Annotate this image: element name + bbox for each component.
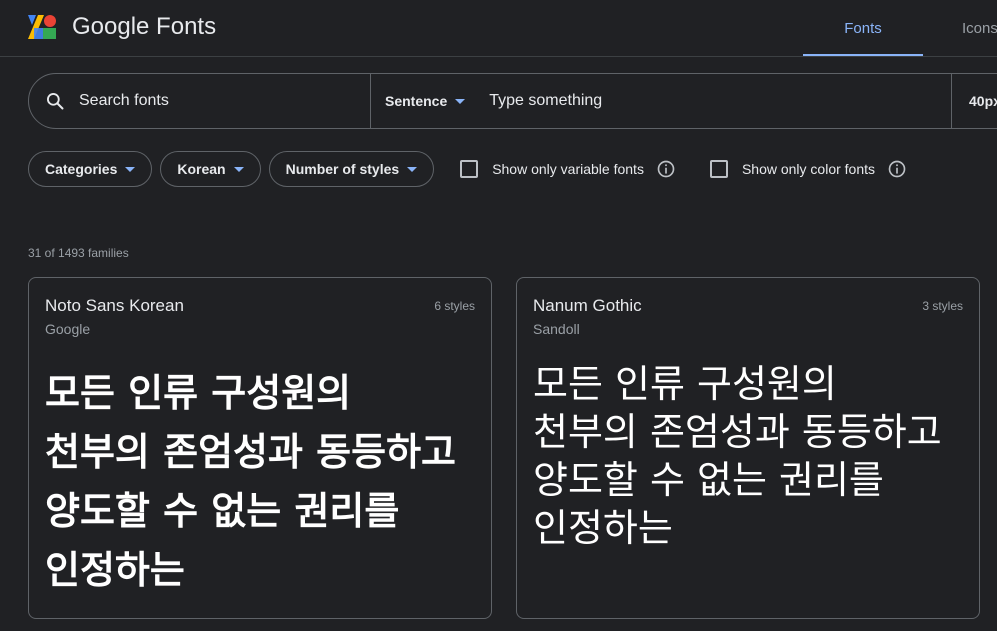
google-fonts-logo-icon	[26, 13, 58, 41]
info-icon[interactable]	[887, 159, 907, 179]
number-of-styles-filter[interactable]: Number of styles	[268, 151, 435, 187]
sentence-dropdown[interactable]: Sentence	[385, 93, 466, 109]
sentence-dropdown-label: Sentence	[385, 93, 448, 109]
preview-text-input[interactable]	[487, 91, 928, 111]
caret-down-icon	[455, 98, 466, 104]
search-section	[29, 74, 371, 128]
font-size-label: 40px	[969, 93, 997, 109]
caret-down-icon	[125, 166, 136, 172]
font-preview-text: 모든 인류 구성원의 천부의 존엄성과 동등하고 양도할 수 없는 권리를 인정…	[45, 371, 457, 592]
font-name: Noto Sans Korean	[45, 296, 184, 315]
tab-fonts[interactable]: Fonts	[803, 0, 923, 56]
variable-fonts-label: Show only variable fonts	[492, 161, 644, 177]
variable-fonts-checkbox[interactable]: Show only variable fonts	[460, 159, 676, 179]
caret-down-icon	[407, 166, 418, 172]
logo-text: Google Fonts	[72, 13, 217, 40]
search-icon[interactable]	[45, 91, 65, 111]
checkbox-icon[interactable]	[709, 160, 728, 178]
font-card-noto-sans-korean[interactable]: Noto Sans Korean Google 6 styles 모든 인류 구…	[28, 277, 492, 619]
categories-filter[interactable]: Categories	[28, 151, 153, 187]
font-size-control[interactable]: 40px	[951, 74, 997, 128]
font-designer: Google	[45, 321, 91, 337]
color-fonts-label: Show only color fonts	[741, 161, 876, 177]
tab-icons[interactable]: Icons	[940, 0, 997, 56]
checkbox-icon[interactable]	[460, 160, 479, 178]
filter-bar: Categories Korean Number of styles Show …	[28, 151, 907, 187]
categories-filter-label: Categories	[45, 161, 118, 177]
search-input[interactable]	[77, 91, 337, 111]
caret-down-icon	[233, 166, 244, 172]
results-count: 31 of 1493 families	[28, 246, 129, 260]
language-filter-label: Korean	[177, 161, 226, 177]
font-styles-count: 6 styles	[434, 299, 475, 313]
google-fonts-logo[interactable]: Google Fonts	[26, 12, 216, 42]
font-styles-count: 3 styles	[922, 299, 963, 313]
font-designer: Sandoll	[533, 321, 580, 337]
language-filter[interactable]: Korean	[160, 151, 261, 187]
number-of-styles-label: Number of styles	[285, 161, 400, 177]
font-preview-text: 모든 인류 구성원의 천부의 존엄성과 동등하고 양도할 수 없는 권리를 인정…	[533, 362, 942, 550]
info-icon[interactable]	[656, 159, 676, 179]
font-name: Nanum Gothic	[533, 296, 642, 315]
search-bar: Sentence 40px	[28, 73, 997, 129]
font-card-nanum-gothic[interactable]: Nanum Gothic Sandoll 3 styles 모든 인류 구성원의…	[516, 277, 980, 619]
color-fonts-checkbox[interactable]: Show only color fonts	[709, 159, 907, 179]
top-app-bar: Google Fonts Fonts Icons	[0, 0, 997, 57]
